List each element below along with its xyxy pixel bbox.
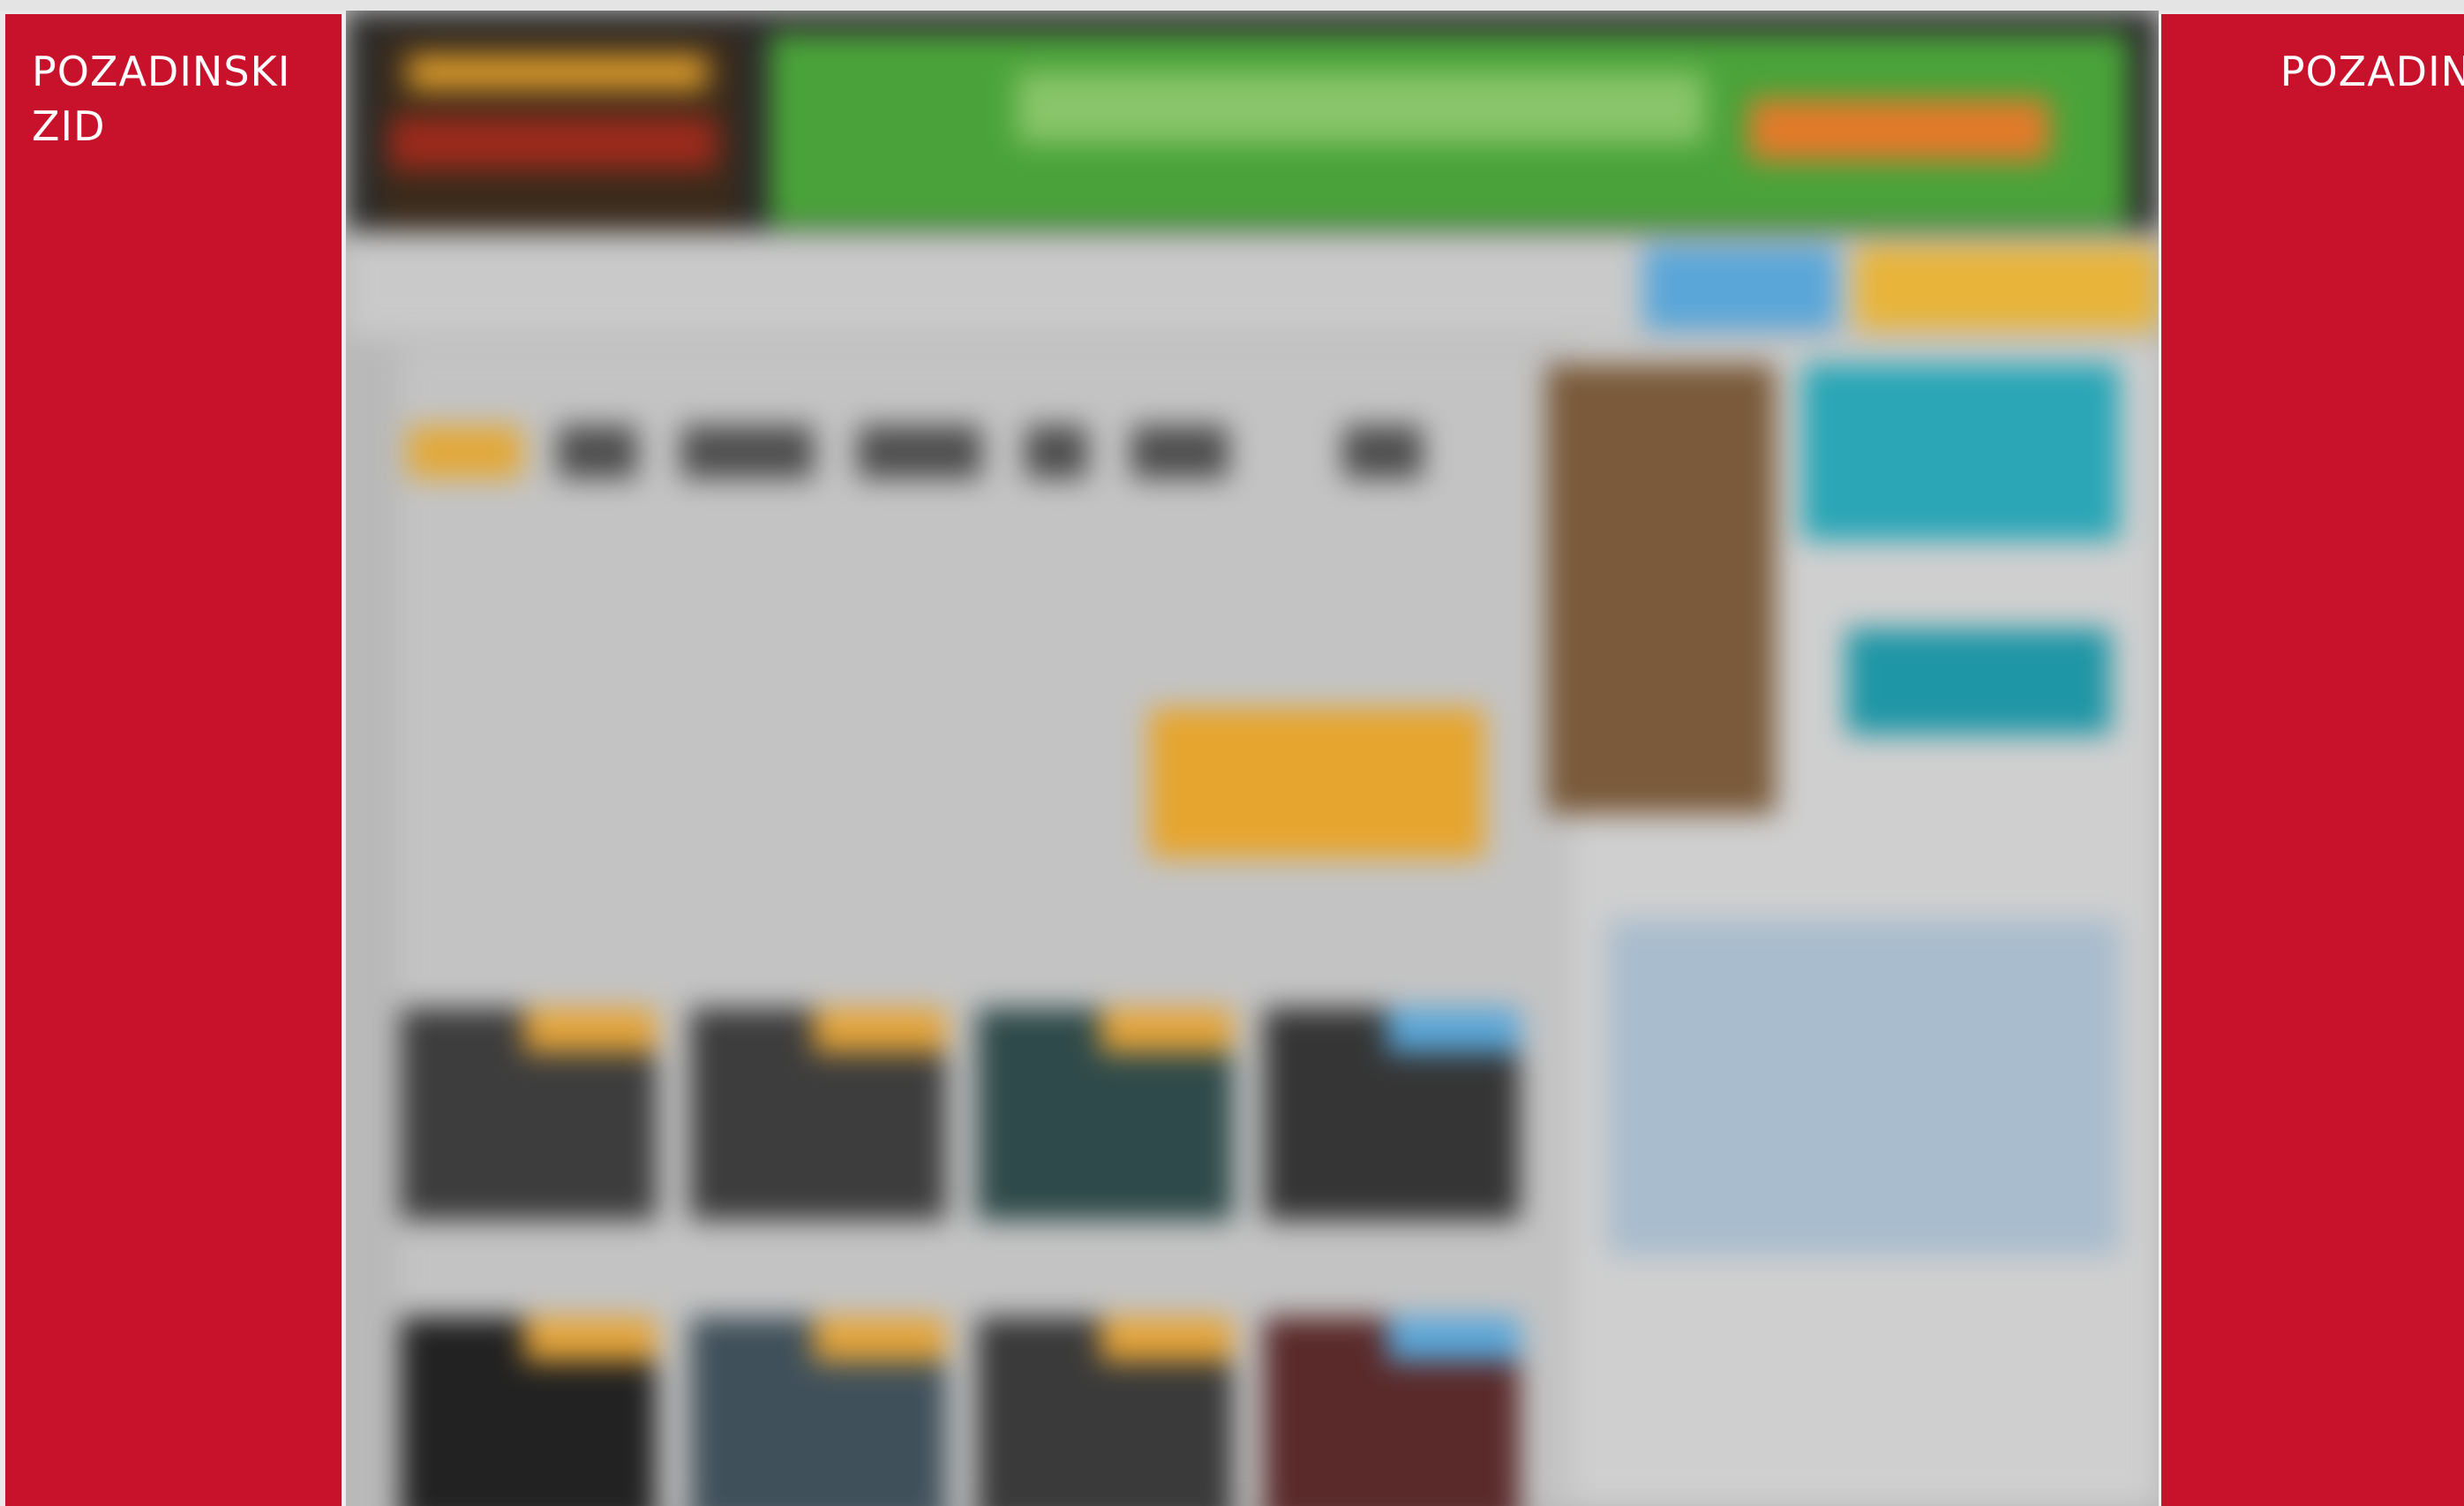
logo-wordmark-top bbox=[408, 55, 708, 90]
listing-card bbox=[690, 1008, 946, 1220]
blurred-site-preview bbox=[346, 11, 2159, 1506]
logo-wordmark-bottom bbox=[390, 117, 717, 169]
category-tab bbox=[681, 425, 814, 478]
search-button bbox=[1149, 708, 1484, 858]
category-tab bbox=[408, 425, 522, 478]
category-tab bbox=[558, 425, 637, 478]
category-tab bbox=[1025, 425, 1087, 478]
background-wall-left[interactable]: POZADINSKI ZID bbox=[5, 14, 344, 1506]
nav-blue-button bbox=[1643, 245, 1837, 330]
background-wall-label: POZADINSKI ZID bbox=[32, 48, 291, 150]
background-wall-label: POZADINSKI ZID bbox=[2280, 48, 2464, 95]
background-wall-right[interactable]: POZADINSKI ZID bbox=[2159, 14, 2464, 1506]
blur-layer bbox=[346, 11, 2159, 1506]
category-tab bbox=[1131, 425, 1228, 478]
listing-card bbox=[977, 1317, 1233, 1506]
banner-text-block bbox=[1017, 72, 1705, 143]
listing-card bbox=[1264, 1008, 1520, 1220]
listing-card bbox=[977, 1008, 1233, 1220]
sidebar-listing bbox=[1608, 920, 2120, 1255]
listing-card bbox=[401, 1008, 657, 1220]
sidebar-ad-bubble bbox=[1802, 364, 2120, 540]
sidebar-ad-button bbox=[1846, 629, 2111, 734]
sidebar-ad-image bbox=[1546, 364, 1776, 814]
listing-card bbox=[401, 1317, 657, 1506]
top-strip bbox=[0, 0, 2464, 11]
nav-gold-button bbox=[1855, 245, 2159, 330]
listing-card bbox=[690, 1317, 946, 1506]
category-tab bbox=[1343, 425, 1423, 478]
listing-card bbox=[1264, 1317, 1520, 1506]
banner-button bbox=[1749, 99, 2049, 161]
category-tab bbox=[858, 425, 981, 478]
